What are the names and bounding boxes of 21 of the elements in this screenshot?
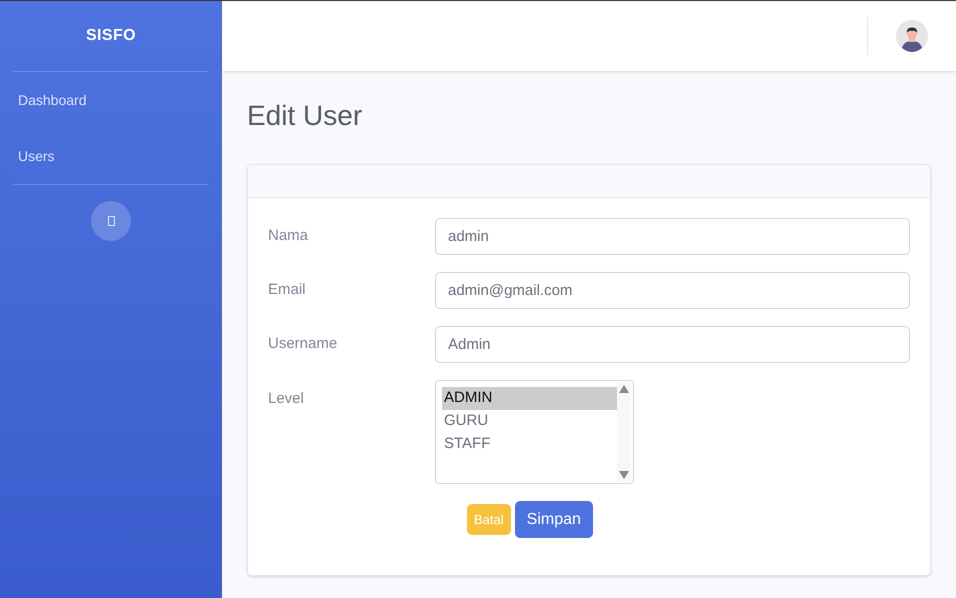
sidebar-item[interactable]: Dashboard (13, 72, 209, 128)
text-field[interactable]: Admin (435, 326, 910, 363)
scroll-up-icon[interactable] (619, 385, 629, 393)
page-title: Edit User (247, 99, 364, 133)
level-listbox[interactable]: ADMIN GURU STAFF (435, 380, 634, 484)
text-field[interactable]: admin (435, 218, 910, 255)
level-option[interactable]: GURU (442, 410, 617, 433)
sidebar-toggle-button[interactable] (91, 201, 131, 241)
avatar-icon[interactable] (896, 20, 928, 52)
field-label: Username (268, 334, 338, 354)
level-option[interactable]: STAFF (442, 433, 617, 456)
toggle-icon (108, 216, 114, 226)
text-field[interactable]: admin@gmail.com (435, 272, 910, 309)
field-label: Nama (268, 226, 310, 246)
save-button[interactable]: Simpan (514, 501, 593, 538)
sidebar-item[interactable]: Users (13, 128, 209, 184)
field-label: Email (268, 280, 307, 300)
scroll-down-icon[interactable] (619, 471, 629, 479)
field-label: Level (268, 389, 305, 409)
level-option[interactable]: ADMIN (442, 387, 617, 410)
brand-title: SISFO (84, 26, 137, 46)
